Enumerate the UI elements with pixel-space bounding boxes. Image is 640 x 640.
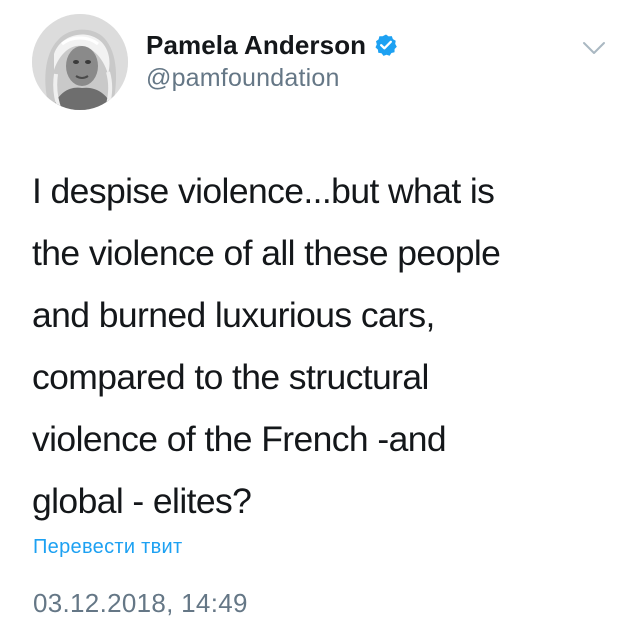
tweet-card: Pamela Anderson @pamfoundation I despise…: [0, 0, 640, 640]
chevron-down-icon[interactable]: [580, 38, 608, 58]
verified-badge-icon: [374, 33, 398, 57]
tweet-text-line: global - elites?: [32, 481, 252, 521]
tweet-text-line: the violence of all these people: [32, 233, 501, 273]
avatar[interactable]: [32, 14, 128, 110]
tweet-text-line: compared to the structural: [32, 357, 429, 397]
name-row: Pamela Anderson: [146, 28, 398, 62]
user-handle[interactable]: @pamfoundation: [146, 64, 398, 93]
tweet-text: I despise violence...but what is the vio…: [32, 160, 592, 532]
display-name[interactable]: Pamela Anderson: [146, 30, 366, 61]
translate-tweet-link[interactable]: Перевести твит: [33, 536, 182, 559]
user-header: Pamela Anderson @pamfoundation: [146, 28, 398, 93]
avatar-photo: [32, 14, 128, 110]
tweet-text-line: and burned luxurious cars,: [32, 295, 435, 335]
tweet-text-line: I despise violence...but what is: [32, 171, 495, 211]
tweet-text-line: violence of the French -and: [32, 419, 447, 459]
tweet-timestamp[interactable]: 03.12.2018, 14:49: [33, 588, 248, 619]
